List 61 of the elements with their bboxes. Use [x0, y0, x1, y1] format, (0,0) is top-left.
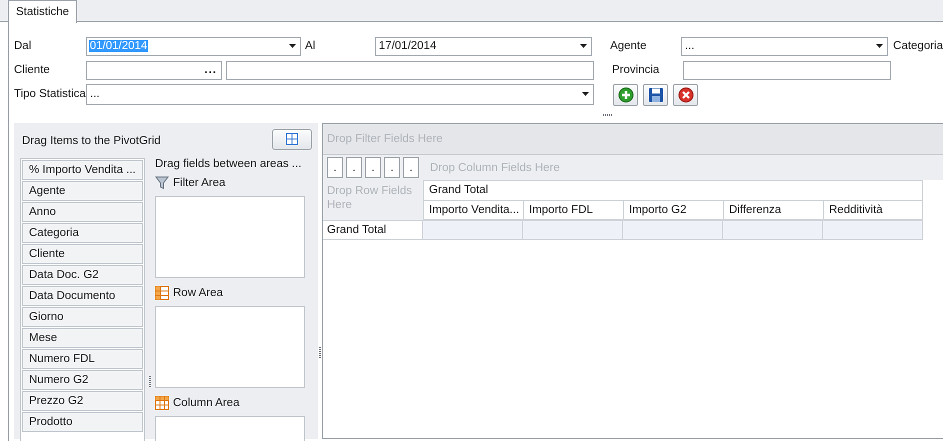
header-button[interactable]: . [365, 157, 381, 178]
field-item[interactable]: Mese [22, 328, 143, 348]
header-button[interactable]: . [346, 157, 362, 178]
area-label: Column Area [173, 397, 240, 409]
agent-dropdown[interactable]: ... [680, 36, 888, 56]
field-item[interactable]: % Importo Vendita ... [22, 160, 143, 180]
column-header[interactable]: Importo FDL [523, 200, 623, 220]
statistic-type-dropdown[interactable]: ... [86, 84, 594, 104]
field-item[interactable]: Numero G2 [22, 370, 143, 390]
column-header[interactable]: Importo G2 [623, 200, 723, 220]
field-label: Agente [610, 40, 648, 52]
column-header[interactable]: Differenza [723, 200, 823, 220]
field-item[interactable]: Prezzo G2 [22, 391, 143, 411]
panel-title: Drag Items to the PivotGrid [21, 134, 161, 147]
add-button[interactable] [613, 84, 638, 106]
hint-text: Drop Column Fields Here [430, 162, 560, 174]
header-button[interactable]: . [327, 157, 343, 178]
tab[interactable]: Statistiche [8, 0, 78, 23]
field-item[interactable]: Data Doc. G2 [22, 265, 143, 285]
header-button[interactable]: . [403, 157, 419, 178]
column-header[interactable]: Importo Vendita... [423, 200, 523, 220]
field-label: Categoria [893, 40, 943, 52]
header-button[interactable]: . [384, 157, 400, 178]
column-header: Grand Total [423, 180, 923, 200]
browse-button[interactable]: ... [204, 64, 217, 76]
hint-text: Drag fields between areas ... [155, 158, 302, 172]
field-item[interactable]: Prodotto [22, 412, 143, 432]
plus-circle-icon [618, 87, 634, 103]
field-label: Al [305, 40, 316, 52]
field-label: Cliente [14, 64, 51, 76]
field-label: Dal [14, 40, 32, 52]
field-item[interactable]: Anno [22, 202, 143, 222]
x-circle-icon [678, 87, 694, 103]
field-item[interactable]: Agente [22, 181, 143, 201]
column-header[interactable]: Redditività [823, 200, 923, 220]
funnel-icon [155, 176, 169, 190]
field-label: Provincia [612, 64, 660, 76]
dropdown-arrow-icon[interactable] [582, 92, 589, 96]
save-button[interactable] [643, 84, 668, 106]
field-label: Tipo Statistica [14, 88, 86, 100]
field-item[interactable]: Data Documento [22, 286, 143, 306]
table-rows-icon [155, 286, 169, 300]
cancel-button[interactable] [673, 84, 698, 106]
client-code-field[interactable]: ... [86, 60, 222, 80]
field-item[interactable]: Numero FDL [22, 349, 143, 369]
field-item[interactable]: Cliente [22, 244, 143, 264]
hint-text: Drop Row Fields Here [323, 180, 423, 220]
dropdown-arrow-icon[interactable] [289, 44, 296, 48]
dropdown-arrow-icon[interactable] [580, 44, 588, 48]
province-field[interactable] [683, 60, 891, 80]
row-header: Grand Total [323, 220, 423, 240]
client-name-field[interactable] [226, 60, 594, 80]
dropdown-arrow-icon[interactable] [876, 44, 884, 48]
area-label: Filter Area [173, 177, 226, 189]
area-label: Row Area [173, 287, 223, 299]
field-item[interactable]: Categoria [22, 223, 143, 243]
layout-button[interactable] [272, 128, 312, 150]
table-columns-icon [155, 396, 169, 410]
grid-icon [286, 133, 298, 145]
field-item[interactable]: Giorno [22, 307, 143, 327]
date-field[interactable]: 17/01/2014 [374, 36, 592, 56]
